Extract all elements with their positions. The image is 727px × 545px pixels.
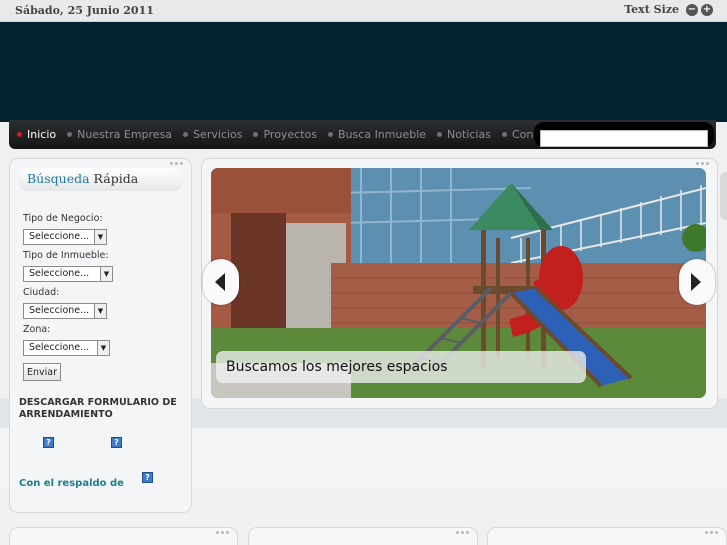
tipo-inmueble-label: Tipo de Inmueble:: [23, 250, 109, 261]
search-input[interactable]: [540, 130, 708, 147]
slide-prev-button[interactable]: [203, 259, 239, 305]
panel-grip-icon: [456, 531, 469, 534]
download-form-link[interactable]: DESCARGAR FORMULARIO DE ARRENDAMIENTO: [19, 397, 184, 421]
nav-item-servicios[interactable]: Servicios: [183, 128, 242, 141]
tipo-inmueble-select[interactable]: Seleccione... ▼: [23, 266, 113, 282]
arrow-right-icon: [691, 273, 701, 291]
top-bar: Sábado, 25 Junio 2011 Text Size − +: [0, 0, 727, 22]
current-date: Sábado, 25 Junio 2011: [15, 4, 154, 17]
bullet-icon: [328, 132, 334, 137]
text-size-decrease-icon[interactable]: −: [686, 3, 698, 16]
main-nav: Inicio Nuestra Empresa Servicios Proyect…: [9, 120, 716, 149]
chevron-down-icon: ▼: [100, 267, 112, 281]
bullet-icon: [437, 132, 443, 137]
tipo-negocio-select[interactable]: Seleccione... ▼: [23, 229, 107, 245]
broken-image-icon[interactable]: ?: [111, 437, 122, 448]
bullet-icon: [17, 132, 22, 137]
bullet-icon: [67, 132, 73, 137]
panel-grip-icon: [705, 531, 718, 534]
chevron-down-icon: ▼: [94, 230, 106, 244]
nav-item-busca-inmueble[interactable]: Busca Inmueble: [328, 128, 426, 141]
enviar-button[interactable]: Enviar: [23, 363, 61, 381]
bullet-icon: [183, 132, 189, 137]
chevron-down-icon: ▼: [97, 341, 109, 355]
arrow-left-icon: [215, 273, 225, 291]
broken-image-icon[interactable]: ?: [43, 437, 54, 448]
bottom-panel-3: [487, 527, 727, 545]
quick-search-title: Búsqueda Rápida: [18, 168, 183, 191]
broken-image-icon[interactable]: ?: [142, 472, 153, 483]
nav-item-inicio[interactable]: Inicio: [17, 128, 56, 141]
bullet-icon: [501, 132, 507, 137]
header-banner: [0, 22, 727, 122]
quick-search-panel: Búsqueda Rápida Tipo de Negocio: Selecci…: [9, 158, 192, 513]
ciudad-label: Ciudad:: [23, 287, 60, 298]
zona-label: Zona:: [23, 324, 51, 335]
text-size-label: Text Size: [624, 3, 679, 16]
ciudad-select[interactable]: Seleccione... ▼: [23, 303, 107, 319]
nav-item-proyectos[interactable]: Proyectos: [253, 128, 317, 141]
nav-search-box: [534, 122, 714, 147]
slide-next-button[interactable]: [679, 259, 715, 305]
bottom-panel-2: [248, 527, 478, 545]
slide-caption: Buscamos los mejores espacios: [216, 351, 586, 383]
chevron-down-icon: ▼: [94, 304, 106, 318]
panel-grip-icon: [170, 162, 183, 165]
panel-grip-icon: [216, 531, 229, 534]
text-size-increase-icon[interactable]: +: [701, 3, 713, 16]
panel-grip-icon: [696, 162, 709, 165]
tipo-negocio-label: Tipo de Negocio:: [23, 213, 103, 224]
bullet-icon: [253, 132, 259, 137]
zona-select[interactable]: Seleccione... ▼: [23, 340, 110, 356]
side-tab: [720, 172, 727, 220]
nav-item-nuestra-empresa[interactable]: Nuestra Empresa: [67, 128, 172, 141]
text-size-controls: Text Size − +: [624, 3, 713, 16]
support-label: Con el respaldo de: [19, 478, 124, 489]
nav-item-noticias[interactable]: Noticias: [437, 128, 491, 141]
bottom-panel-1: [9, 527, 238, 545]
